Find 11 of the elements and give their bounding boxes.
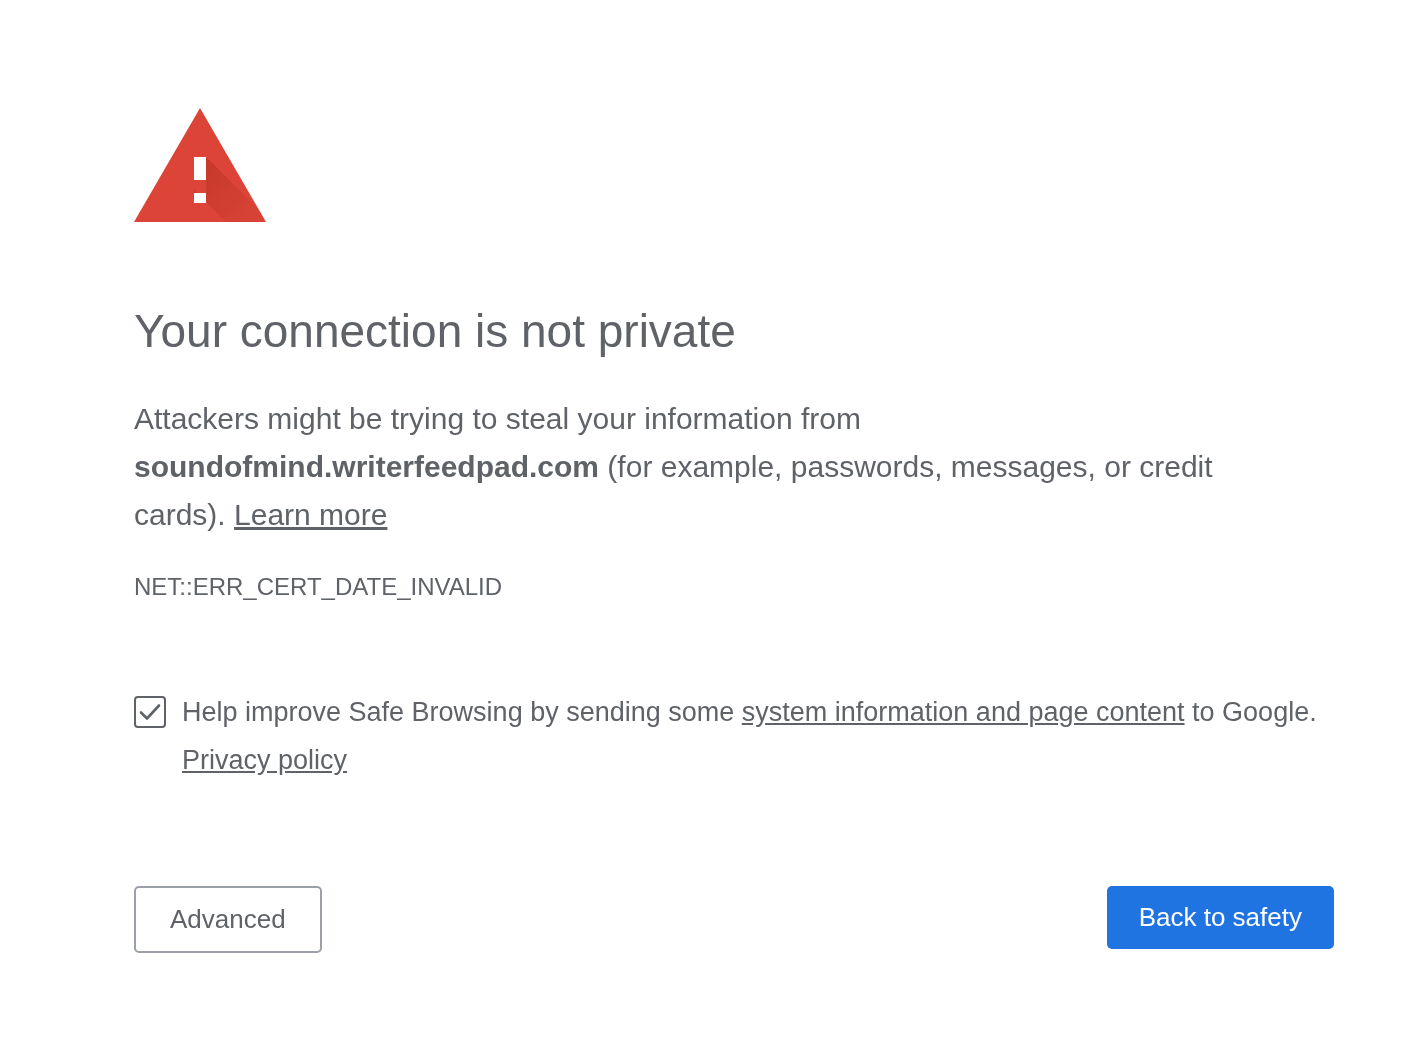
privacy-policy-link[interactable]: Privacy policy: [182, 736, 348, 784]
page-title: Your connection is not private: [134, 304, 736, 358]
learn-more-link[interactable]: Learn more: [234, 498, 388, 531]
back-to-safety-button[interactable]: Back to safety: [1106, 886, 1334, 949]
checkbox[interactable]: [134, 696, 166, 728]
system-info-link[interactable]: system information and page content: [741, 697, 1185, 727]
error-code: NET::ERR_CERT_DATE_INVALID: [134, 572, 503, 602]
warning-message: Attackers might be trying to steal your information from soundofmind.writerfeedpad.com (for example, passwords, messages, or credit cards). Learn more: [134, 401, 1214, 533]
warning-triangle-icon: [134, 108, 266, 222]
safe-browsing-label: Help improve Safe Browsing by sending some system information and page content to Google.: [182, 696, 1317, 729]
advanced-button[interactable]: Advanced: [134, 886, 322, 953]
